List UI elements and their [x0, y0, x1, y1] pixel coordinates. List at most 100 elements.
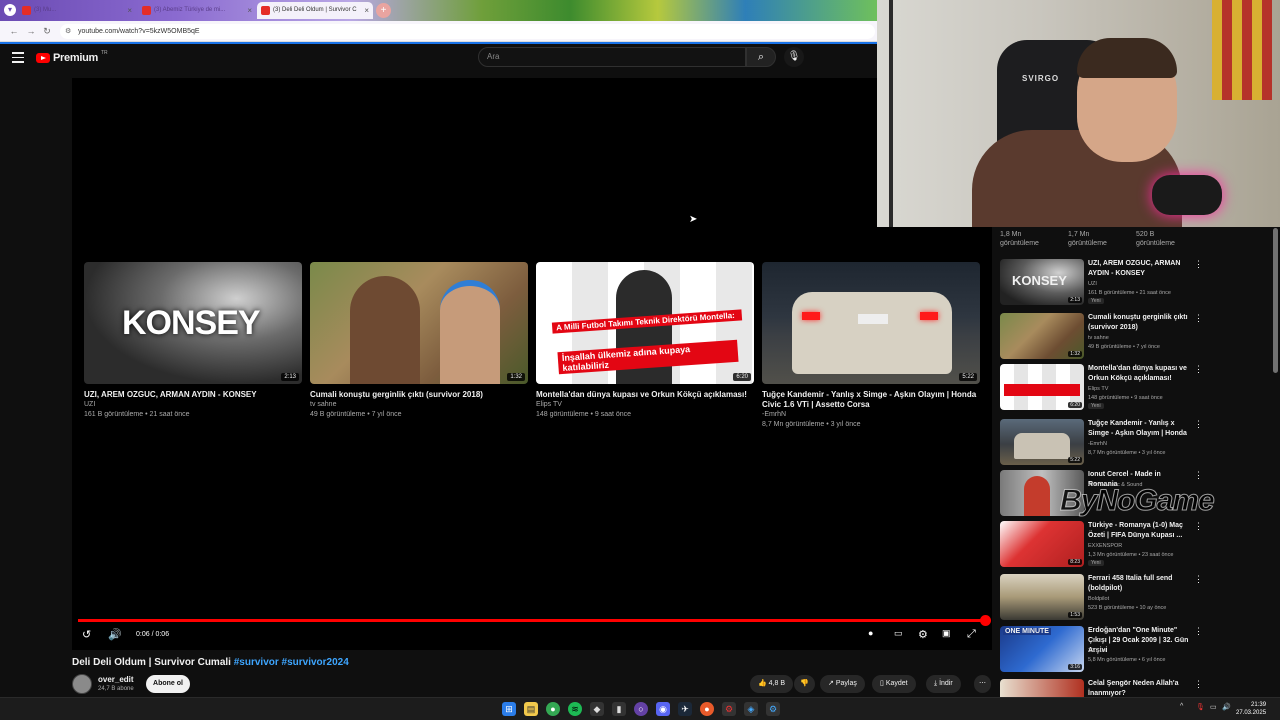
app-icon[interactable]: ◈: [744, 702, 758, 716]
related-video-channel[interactable]: Boldpilot: [1088, 596, 1109, 602]
close-tab-icon[interactable]: ×: [364, 2, 369, 19]
back-icon[interactable]: ←: [8, 25, 20, 37]
close-tab-icon[interactable]: ×: [127, 2, 132, 19]
related-video-channel[interactable]: tv sahne: [1088, 335, 1109, 341]
settings-gear-icon[interactable]: ⚙: [918, 628, 928, 641]
related-video-channel[interactable]: Elips TV: [1088, 386, 1108, 392]
start-menu-icon[interactable]: ⊞: [502, 702, 516, 716]
related-video-title[interactable]: Ferrari 458 Italia full send (boldpilot): [1088, 574, 1190, 594]
more-vertical-icon[interactable]: ⋮: [1194, 259, 1203, 270]
thumbnail[interactable]: 5:22: [1000, 419, 1084, 465]
related-video-item[interactable]: 1:53 Ferrari 458 Italia full send (boldp…: [1000, 572, 1270, 622]
network-icon[interactable]: ▭: [1210, 703, 1217, 711]
more-vertical-icon[interactable]: ⋮: [1194, 470, 1203, 481]
more-vertical-icon[interactable]: ⋮: [1194, 419, 1203, 430]
related-video-item[interactable]: KONSEY 2:13 UZI, AREM OZGUC, ARMAN AYDIN…: [1000, 257, 1270, 307]
replay-icon[interactable]: ↺: [82, 628, 91, 641]
related-video-item[interactable]: Celal Şengör Neden Allah'a İnanmıyor? ⋮: [1000, 677, 1270, 697]
related-video-title[interactable]: UZI, AREM OZGUC, ARMAN AYDIN - KONSEY: [1088, 259, 1190, 279]
like-button[interactable]: 👍 4,8 B: [750, 675, 794, 693]
video-hashtags[interactable]: #survivor #survivor2024: [234, 657, 349, 668]
related-video-title[interactable]: Tuğçe Kandemir - Yanlış x Simge - Aşkın …: [1088, 419, 1190, 439]
related-video-item[interactable]: 8:23 Türkiye - Romanya (1-0) Maç Özeti |…: [1000, 519, 1270, 569]
thumbnail[interactable]: 6:20: [1000, 364, 1084, 410]
new-tab-button[interactable]: +: [376, 3, 391, 18]
card-title[interactable]: Tuğçe Kandemir - Yanlış x Simge - Aşkın …: [762, 390, 980, 410]
video-player[interactable]: KONSEY 2:13 UZI, AREM OZGUC, ARMAN AYDIN…: [72, 78, 992, 650]
thumbnail[interactable]: 1:53: [1000, 574, 1084, 620]
steam-icon[interactable]: ✈: [678, 702, 692, 716]
tray-overflow-icon[interactable]: ^: [1180, 703, 1183, 710]
app-icon[interactable]: ◆: [590, 702, 604, 716]
thumbnail[interactable]: A Milli Futbol Takımı Teknik Direktörü M…: [536, 262, 754, 384]
card-title[interactable]: UZI, AREM OZGUC, ARMAN AYDIN - KONSEY: [84, 390, 302, 400]
related-video-item[interactable]: 5:22 Tuğçe Kandemir - Yanlış x Simge - A…: [1000, 417, 1270, 467]
related-video-title[interactable]: Cumali konuştu gerginlik çıktı (survivor…: [1088, 313, 1190, 333]
more-actions-button[interactable]: ⋯: [974, 675, 991, 693]
related-video-title[interactable]: Montella'dan dünya kupası ve Orkun Kökçü…: [1088, 364, 1190, 384]
url-field[interactable]: ⚙ youtube.com/watch?v=5kzW5OMB5qE: [60, 24, 875, 39]
end-screen-card[interactable]: A Milli Futbol Takımı Teknik Direktörü M…: [536, 262, 754, 420]
related-video-item[interactable]: 6:20 Montella'dan dünya kupası ve Orkun …: [1000, 362, 1270, 412]
thumbnail[interactable]: 5:22: [762, 262, 980, 384]
browser-tab[interactable]: (3) Mu... ×: [18, 2, 136, 19]
file-explorer-icon[interactable]: ▤: [524, 702, 538, 716]
channel-name[interactable]: over_edit: [98, 675, 134, 684]
related-video-channel[interactable]: -EmrhN: [1088, 441, 1107, 447]
thumbnail[interactable]: 1:32: [1000, 313, 1084, 359]
thumbnail[interactable]: KONSEY 2:13: [1000, 259, 1084, 305]
site-info-icon[interactable]: ⚙: [65, 24, 71, 39]
volume-icon[interactable]: 🔊: [108, 628, 122, 641]
thumbnail[interactable]: KONSEY 2:13: [84, 262, 302, 384]
search-button[interactable]: ⌕: [746, 47, 776, 67]
miniplayer-icon[interactable]: ▣: [942, 628, 951, 639]
card-title[interactable]: Montella'dan dünya kupası ve Orkun Kökçü…: [536, 390, 754, 400]
more-vertical-icon[interactable]: ⋮: [1194, 521, 1203, 532]
download-button[interactable]: ⤓ İndir: [926, 675, 961, 693]
thumbnail[interactable]: [1000, 679, 1084, 697]
reload-icon[interactable]: ↻: [41, 25, 53, 37]
end-screen-card[interactable]: KONSEY 2:13 UZI, AREM OZGUC, ARMAN AYDIN…: [84, 262, 302, 420]
menu-icon[interactable]: [12, 52, 24, 64]
more-vertical-icon[interactable]: ⋮: [1194, 364, 1203, 375]
end-screen-card[interactable]: 5:22 Tuğçe Kandemir - Yanlış x Simge - A…: [762, 262, 980, 430]
app-icon[interactable]: ▮: [612, 702, 626, 716]
microphone-icon[interactable]: 🎙: [1196, 703, 1205, 711]
app-icon[interactable]: ⚙: [722, 702, 736, 716]
discord-icon[interactable]: ◉: [656, 702, 670, 716]
autoplay-toggle-icon[interactable]: ●: [868, 628, 873, 638]
subscribe-button[interactable]: Abone ol: [146, 675, 190, 693]
subtitles-icon[interactable]: ▭: [894, 628, 903, 639]
progress-bar[interactable]: [78, 615, 991, 626]
app-icon[interactable]: ●: [700, 702, 714, 716]
thumbnail[interactable]: ONE MINUTE 3:16: [1000, 626, 1084, 672]
browser-menu-icon[interactable]: ▾: [4, 4, 16, 16]
related-video-title[interactable]: Türkiye - Romanya (1-0) Maç Özeti | FIFA…: [1088, 521, 1190, 541]
taskbar-clock[interactable]: 21:39 27.03.2025: [1236, 701, 1266, 717]
settings-icon[interactable]: ⚙: [766, 702, 780, 716]
chrome-icon[interactable]: ●: [546, 702, 560, 716]
more-vertical-icon[interactable]: ⋮: [1194, 313, 1203, 324]
browser-tab-active[interactable]: (3) Deli Deli Oldum | Survivor C ×: [257, 2, 373, 19]
end-screen-card[interactable]: 1:32 Cumali konuştu gerginlik çıktı (sur…: [310, 262, 528, 420]
thumbnail[interactable]: 1:32: [310, 262, 528, 384]
share-button[interactable]: ↗ Paylaş: [820, 675, 865, 693]
more-vertical-icon[interactable]: ⋮: [1194, 574, 1203, 585]
related-video-item[interactable]: ONE MINUTE 3:16 Erdoğan'dan "One Minute"…: [1000, 624, 1270, 674]
volume-icon[interactable]: 🔊: [1222, 703, 1231, 711]
youtube-logo[interactable]: Premium TR: [36, 50, 108, 64]
more-vertical-icon[interactable]: ⋮: [1194, 626, 1203, 637]
spotify-icon[interactable]: ≋: [568, 702, 582, 716]
save-button[interactable]: ▯ Kaydet: [872, 675, 916, 693]
related-video-title[interactable]: Celal Şengör Neden Allah'a İnanmıyor?: [1088, 679, 1190, 697]
related-video-item[interactable]: 1:32 Cumali konuştu gerginlik çıktı (sur…: [1000, 311, 1270, 361]
voice-search-button[interactable]: 🎙: [784, 47, 804, 67]
progress-scrubber[interactable]: [980, 615, 991, 626]
close-tab-icon[interactable]: ×: [247, 2, 252, 19]
fullscreen-icon[interactable]: ⤢: [967, 628, 976, 641]
more-vertical-icon[interactable]: ⋮: [1194, 679, 1203, 690]
obs-icon[interactable]: ○: [634, 702, 648, 716]
forward-icon[interactable]: →: [25, 25, 37, 37]
thumbnail[interactable]: 8:23: [1000, 521, 1084, 567]
related-video-channel[interactable]: EXXENSPOR: [1088, 543, 1122, 549]
